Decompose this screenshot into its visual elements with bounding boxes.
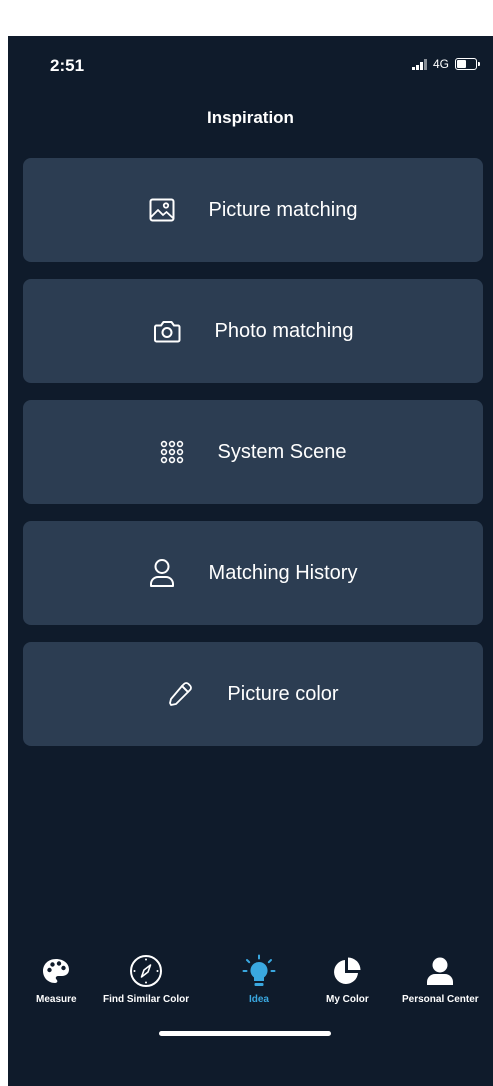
nav-measure[interactable]: Measure [36,954,77,1005]
nav-personal-center[interactable]: Personal Center [402,954,479,1005]
app-screen: 2:51 4G Inspiration Picture matching Pho… [8,36,493,1086]
grid-dots-icon [160,440,183,464]
camera-icon [153,321,180,343]
palette-icon [43,959,70,983]
signal-icon [411,58,427,70]
photo-matching-label: Photo matching [214,319,354,342]
nav-my-color-label: My Color [326,994,369,1005]
picture-matching-label: Picture matching [208,198,358,221]
nav-idea[interactable]: Idea [242,954,276,1005]
network-type: 4G [432,57,449,71]
battery-icon [455,58,480,70]
nav-find-similar-color-label: Find Similar Color [103,994,190,1005]
system-scene-button[interactable]: System Scene [23,400,483,504]
lightbulb-icon [242,954,276,986]
nav-idea-label: Idea [248,994,269,1005]
matching-history-label: Matching History [208,561,358,584]
nav-find-similar-color[interactable]: Find Similar Color [103,954,189,1005]
page-title: Inspiration [207,108,294,127]
system-scene-label: System Scene [217,440,347,463]
image-icon [149,198,175,222]
picture-matching-button[interactable]: Picture matching [23,158,483,262]
photo-matching-button[interactable]: Photo matching [23,279,483,383]
compass-icon [130,955,163,987]
user-icon [427,957,454,985]
person-icon [149,559,174,587]
nav-measure-label: Measure [36,994,77,1005]
picture-color-label: Picture color [227,682,339,705]
home-indicator [159,1031,331,1036]
matching-history-button[interactable]: Matching History [23,521,483,625]
status-bar: 2:51 4G [8,36,493,84]
eyedropper-icon [169,682,193,706]
status-time: 2:51 [50,56,85,75]
picture-color-button[interactable]: Picture color [23,642,483,746]
status-indicators: 4G [411,57,480,71]
pie-chart-icon [334,957,361,984]
nav-personal-center-label: Personal Center [402,994,479,1005]
nav-my-color[interactable]: My Color [326,954,369,1005]
